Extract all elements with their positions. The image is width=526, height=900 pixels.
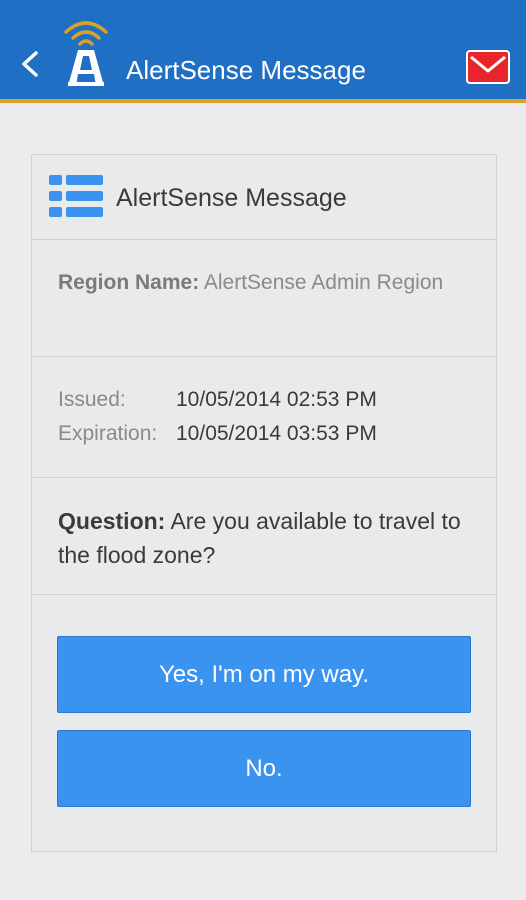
issued-value: 10/05/2014 02:53 PM [176,388,377,411]
list-icon [49,175,103,217]
app-header: AlertSense Message [0,0,526,103]
answer-no-button[interactable]: No. [57,730,471,807]
question-info: Question: Are you available to travel to… [58,504,468,572]
alertsense-logo [58,16,114,90]
answer-yes-button[interactable]: Yes, I'm on my way. [57,636,471,713]
question-section: Question: Are you available to travel to… [32,478,496,595]
envelope-icon [466,50,510,84]
mail-button[interactable] [466,50,510,84]
region-info: Region Name: AlertSense Admin Region [58,266,468,300]
region-section: Region Name: AlertSense Admin Region [32,240,496,357]
tower-signal-icon [64,21,108,86]
chevron-left-icon [22,51,38,77]
expiration-value: 10/05/2014 03:53 PM [176,422,377,445]
issued-label: Issued: [58,388,126,411]
expiration-label: Expiration: [58,422,158,445]
card-title: AlertSense Message [116,184,347,212]
region-label: Region Name: [58,271,200,294]
dates-section: Issued: 10/05/2014 02:53 PM Expiration: … [32,357,496,478]
message-card: AlertSense Message Region Name: AlertSen… [31,154,497,852]
back-button[interactable] [16,44,46,84]
card-header: AlertSense Message [32,155,496,240]
header-title: AlertSense Message [126,55,366,85]
question-label: Question: [58,508,166,534]
region-value: AlertSense Admin Region [203,271,444,294]
